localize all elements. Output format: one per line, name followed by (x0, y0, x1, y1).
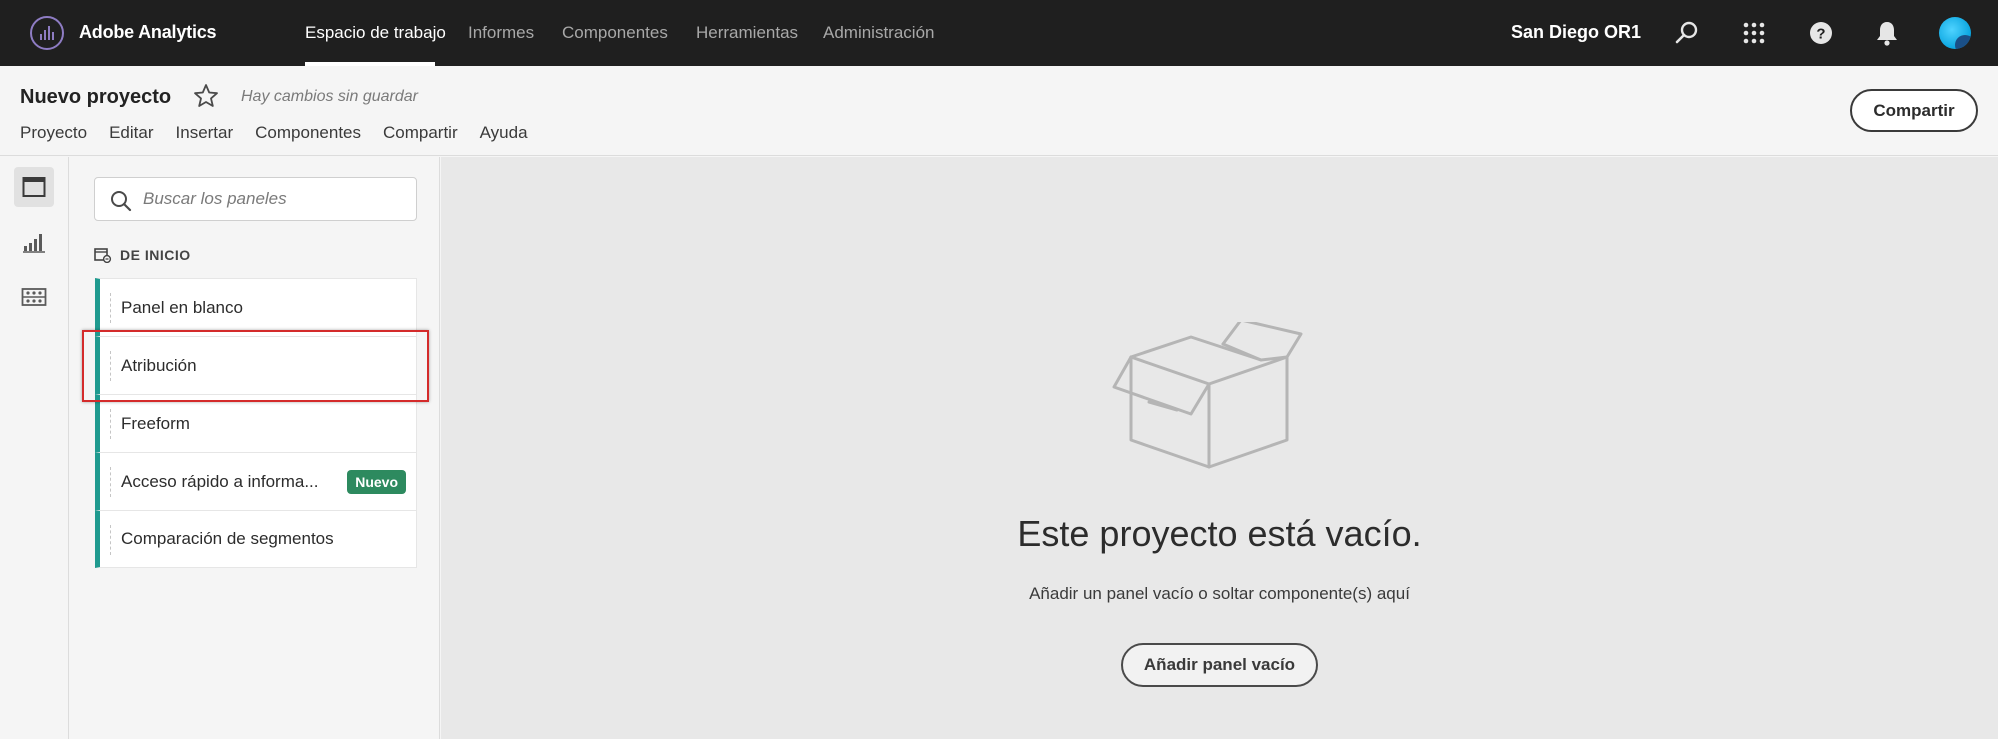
adobe-analytics-logo-icon[interactable] (30, 16, 64, 50)
nav-tab-workspace[interactable]: Espacio de trabajo (305, 23, 446, 43)
section-label: DE INICIO (120, 247, 191, 263)
panel-search-box (94, 177, 417, 221)
project-canvas[interactable]: Este proyecto está vacío. Añadir un pane… (441, 157, 1998, 739)
org-selector[interactable]: San Diego OR1 (1511, 22, 1641, 43)
panel-group-icon (94, 248, 112, 263)
nav-tab-tools[interactable]: Herramientas (696, 23, 798, 43)
top-navigation-bar: Adobe Analytics Espacio de trabajo Infor… (0, 0, 1998, 66)
new-badge: Nuevo (347, 470, 406, 494)
drag-handle[interactable] (110, 293, 111, 323)
panel-item-label: Panel en blanco (121, 297, 243, 317)
panel-item-label: Comparación de segmentos (121, 529, 334, 548)
search-icon (111, 191, 132, 212)
empty-state-title: Este proyecto está vacío. (1017, 513, 1422, 554)
components-icon (21, 288, 47, 306)
menu-edit[interactable]: Editar (109, 123, 153, 143)
panel-search-input[interactable] (143, 187, 403, 211)
help-icon[interactable]: ? (1807, 19, 1835, 47)
menu-components[interactable]: Componentes (255, 123, 361, 143)
drag-handle[interactable] (110, 351, 111, 381)
drag-handle[interactable] (110, 409, 111, 439)
project-title[interactable]: Nuevo proyecto (20, 86, 171, 109)
apps-grid-icon[interactable] (1740, 19, 1768, 47)
panel-item-label: Freeform (121, 413, 190, 433)
unsaved-changes-status: Hay cambios sin guardar (241, 88, 418, 105)
project-header: Nuevo proyecto Hay cambios sin guardar P… (0, 66, 1998, 156)
drag-handle[interactable] (110, 525, 111, 555)
panel-item-label: Atribución (121, 355, 197, 375)
project-menu-bar: Proyecto Editar Insertar Componentes Com… (20, 123, 528, 143)
empty-state-subtitle: Añadir un panel vacío o soltar component… (1029, 584, 1410, 603)
empty-box-icon (1112, 322, 1303, 469)
add-blank-panel-button[interactable]: Añadir panel vacío (1121, 643, 1318, 687)
panel-item-label: Acceso rápido a informa... (121, 471, 319, 491)
drag-handle[interactable] (110, 467, 111, 497)
panel-item-attribution[interactable]: Atribución (95, 336, 417, 394)
visualizations-icon (23, 234, 45, 253)
panel-item-freeform[interactable]: Freeform (95, 394, 417, 452)
panels-drawer: DE INICIO Panel en blanco Atribución Fre… (70, 157, 440, 739)
svg-text:?: ? (1816, 26, 1825, 43)
components-rail-button[interactable] (14, 277, 54, 317)
visualizations-rail-button[interactable] (14, 222, 54, 262)
notifications-bell-icon[interactable] (1873, 19, 1901, 47)
menu-insert[interactable]: Insertar (176, 123, 234, 143)
nav-tab-components[interactable]: Componentes (562, 23, 668, 43)
user-avatar[interactable] (1939, 17, 1971, 49)
section-header-starter: DE INICIO (94, 247, 191, 263)
left-rail (0, 157, 69, 739)
menu-help[interactable]: Ayuda (480, 123, 528, 143)
panel-item-quick-insights[interactable]: Acceso rápido a informa... Nuevo (95, 452, 417, 510)
nav-tab-reports[interactable]: Informes (468, 23, 534, 43)
panel-list: Panel en blanco Atribución Freeform Acce… (95, 278, 417, 568)
menu-share[interactable]: Compartir (383, 123, 458, 143)
panels-icon (22, 177, 46, 197)
share-button[interactable]: Compartir (1850, 89, 1978, 132)
panel-item-blank[interactable]: Panel en blanco (95, 278, 417, 336)
favorite-star-icon[interactable] (192, 82, 220, 110)
app-name[interactable]: Adobe Analytics (79, 22, 217, 43)
panels-rail-button[interactable] (14, 167, 54, 207)
search-icon[interactable] (1673, 19, 1701, 47)
nav-tab-admin[interactable]: Administración (823, 23, 935, 43)
menu-project[interactable]: Proyecto (20, 123, 87, 143)
panel-item-segment-comparison[interactable]: Comparación de segmentos (95, 510, 417, 568)
